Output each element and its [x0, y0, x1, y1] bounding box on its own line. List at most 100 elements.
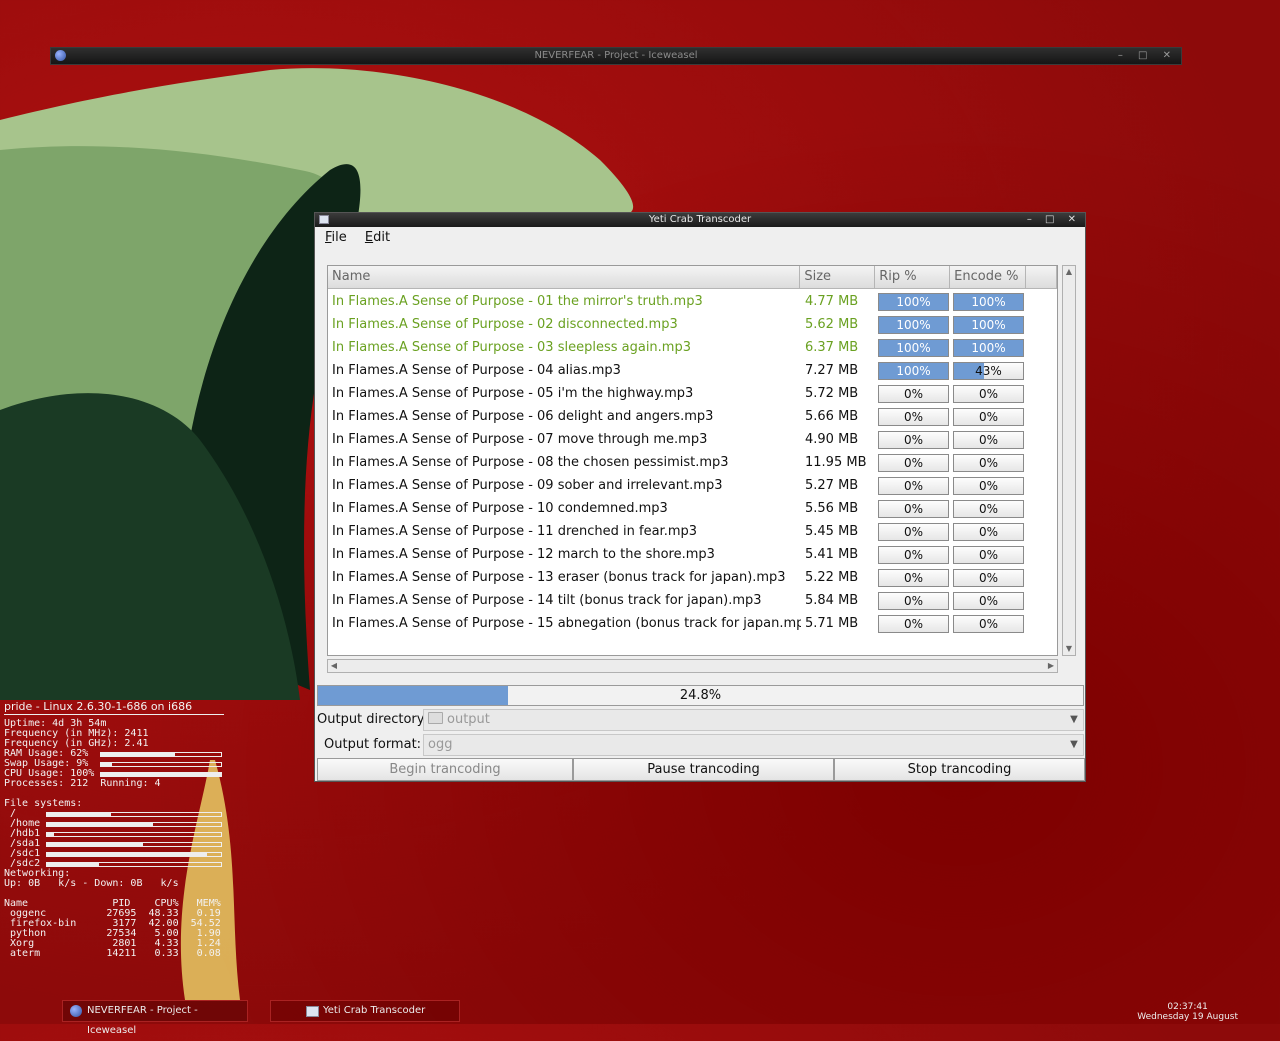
track-name: In Flames.A Sense of Purpose - 09 sober … [332, 478, 723, 493]
rip-progress-cell: 0% [876, 499, 951, 518]
output-format-label: Output format: [324, 737, 422, 752]
rip-progress-bar: 0% [878, 499, 949, 518]
chevron-down-icon[interactable]: ▼ [1065, 710, 1083, 730]
rip-progress-cell: 100% [876, 338, 951, 357]
rip-progress-cell: 0% [876, 614, 951, 633]
encode-progress-cell: 0% [951, 614, 1027, 633]
track-name: In Flames.A Sense of Purpose - 13 eraser… [332, 570, 786, 585]
filesystem-usage-bar [46, 852, 222, 857]
rip-progress-bar: 100% [878, 292, 949, 311]
table-row[interactable]: In Flames.A Sense of Purpose - 13 eraser… [328, 566, 1057, 589]
swap-usage-bar [100, 762, 222, 767]
encode-progress-label: 0% [978, 593, 999, 608]
output-directory-label: Output directory: [317, 712, 428, 727]
transcoder-window: Yeti Crab Transcoder – □ ✕ File Edit Nam… [314, 212, 1086, 782]
scroll-down-icon[interactable]: ▼ [1063, 643, 1075, 655]
output-directory-select[interactable]: output ▼ [423, 709, 1084, 731]
table-row[interactable]: In Flames.A Sense of Purpose - 12 march … [328, 543, 1057, 566]
encode-progress-cell: 0% [951, 430, 1027, 449]
filesystem-usage-fill [47, 843, 143, 846]
table-row[interactable]: In Flames.A Sense of Purpose - 15 abnega… [328, 612, 1057, 635]
encode-progress-cell: 0% [951, 591, 1027, 610]
track-size: 5.56 MB [805, 501, 859, 516]
cpu-usage-bar [100, 772, 222, 777]
table-row[interactable]: In Flames.A Sense of Purpose - 04 alias.… [328, 359, 1057, 382]
table-row[interactable]: In Flames.A Sense of Purpose - 06 deligh… [328, 405, 1057, 428]
table-row[interactable]: In Flames.A Sense of Purpose - 08 the ch… [328, 451, 1057, 474]
rip-progress-label: 0% [903, 547, 924, 562]
rip-progress-cell: 100% [876, 292, 951, 311]
rip-progress-cell: 0% [876, 522, 951, 541]
filesystem-list: / /home /hdb1 /sda1 /sdc1 /sdc2 [4, 809, 224, 869]
rip-progress-label: 0% [903, 501, 924, 516]
table-row[interactable]: In Flames.A Sense of Purpose - 09 sober … [328, 474, 1057, 497]
table-row[interactable]: In Flames.A Sense of Purpose - 07 move t… [328, 428, 1057, 451]
track-size: 4.90 MB [805, 432, 859, 447]
menu-edit[interactable]: Edit [365, 230, 390, 245]
pause-transcoding-button[interactable]: Pause trancoding [573, 758, 834, 781]
chevron-down-icon[interactable]: ▼ [1065, 735, 1083, 755]
ram-usage-fill [101, 753, 176, 756]
window-controls[interactable]: – □ ✕ [1027, 213, 1081, 227]
track-list[interactable]: Name Size Rip % Encode % In Flames.A Sen… [327, 265, 1058, 656]
process-row: aterm 14211 0.33 0.08 [4, 948, 221, 959]
column-header-encode[interactable]: Encode % [950, 266, 1027, 288]
encode-progress-bar: 43% [953, 361, 1024, 380]
track-name: In Flames.A Sense of Purpose - 04 alias.… [332, 363, 621, 378]
track-name: In Flames.A Sense of Purpose - 11 drench… [332, 524, 698, 539]
window-icon [306, 1006, 319, 1017]
iceweasel-window-titlebar[interactable]: NEVERFEAR - Project - Iceweasel – □ ✕ [50, 47, 1182, 65]
window-controls[interactable]: – □ ✕ [1118, 48, 1177, 64]
table-row[interactable]: In Flames.A Sense of Purpose - 05 i'm th… [328, 382, 1057, 405]
track-rows: In Flames.A Sense of Purpose - 01 the mi… [328, 289, 1057, 635]
table-row[interactable]: In Flames.A Sense of Purpose - 01 the mi… [328, 290, 1057, 313]
encode-progress-bar: 100% [953, 338, 1024, 357]
scroll-left-icon[interactable]: ◀ [328, 660, 340, 672]
encode-progress-label: 100% [971, 294, 1006, 309]
rip-progress-cell: 0% [876, 568, 951, 587]
column-header-rip[interactable]: Rip % [875, 266, 951, 288]
encode-progress-bar: 100% [953, 315, 1024, 334]
horizontal-scrollbar[interactable]: ◀ ▶ [327, 659, 1058, 673]
begin-transcoding-button[interactable]: Begin trancoding [317, 758, 573, 781]
vertical-scrollbar[interactable]: ▲ ▼ [1062, 265, 1076, 656]
filesystem-name: /sdc2 [4, 858, 41, 869]
rip-progress-cell: 0% [876, 407, 951, 426]
table-row[interactable]: In Flames.A Sense of Purpose - 10 condem… [328, 497, 1057, 520]
rip-progress-bar: 0% [878, 614, 949, 633]
rip-progress-label: 0% [903, 455, 924, 470]
rip-progress-label: 0% [903, 409, 924, 424]
scroll-right-icon[interactable]: ▶ [1045, 660, 1057, 672]
table-row[interactable]: In Flames.A Sense of Purpose - 11 drench… [328, 520, 1057, 543]
rip-progress-bar: 100% [878, 315, 949, 334]
encode-progress-cell: 0% [951, 545, 1027, 564]
track-name: In Flames.A Sense of Purpose - 15 abnega… [332, 616, 801, 631]
menu-file[interactable]: File [325, 230, 347, 245]
table-row[interactable]: In Flames.A Sense of Purpose - 02 discon… [328, 313, 1057, 336]
track-name: In Flames.A Sense of Purpose - 12 march … [332, 547, 715, 562]
rip-progress-bar: 0% [878, 453, 949, 472]
output-format-value: ogg [428, 737, 453, 752]
table-row[interactable]: In Flames.A Sense of Purpose - 14 tilt (… [328, 589, 1057, 612]
process-list: oggenc 27695 48.33 0.19 firefox-bin 3177… [4, 909, 224, 959]
overall-progress-label: 24.8% [679, 688, 722, 703]
table-row[interactable]: In Flames.A Sense of Purpose - 03 sleepl… [328, 336, 1057, 359]
column-header-name[interactable]: Name [328, 266, 801, 288]
rip-progress-bar: 0% [878, 568, 949, 587]
taskbar-item-transcoder[interactable]: Yeti Crab Transcoder [270, 1000, 460, 1022]
cpu-usage-fill [101, 773, 221, 776]
rip-progress-cell: 0% [876, 476, 951, 495]
encode-progress-label: 0% [978, 478, 999, 493]
rip-progress-label: 0% [903, 593, 924, 608]
stop-transcoding-button[interactable]: Stop trancoding [834, 758, 1085, 781]
column-header-filler [1026, 266, 1057, 288]
scroll-up-icon[interactable]: ▲ [1063, 266, 1075, 278]
window-titlebar[interactable]: Yeti Crab Transcoder – □ ✕ [315, 213, 1085, 227]
window-title: Yeti Crab Transcoder [648, 214, 752, 225]
encode-progress-label: 100% [971, 317, 1006, 332]
track-name: In Flames.A Sense of Purpose - 14 tilt (… [332, 593, 762, 608]
taskbar-item-iceweasel[interactable]: NEVERFEAR - Project - Iceweasel [62, 1000, 248, 1036]
output-format-select[interactable]: ogg ▼ [423, 734, 1084, 756]
column-header-size[interactable]: Size [800, 266, 876, 288]
track-size: 5.27 MB [805, 478, 859, 493]
